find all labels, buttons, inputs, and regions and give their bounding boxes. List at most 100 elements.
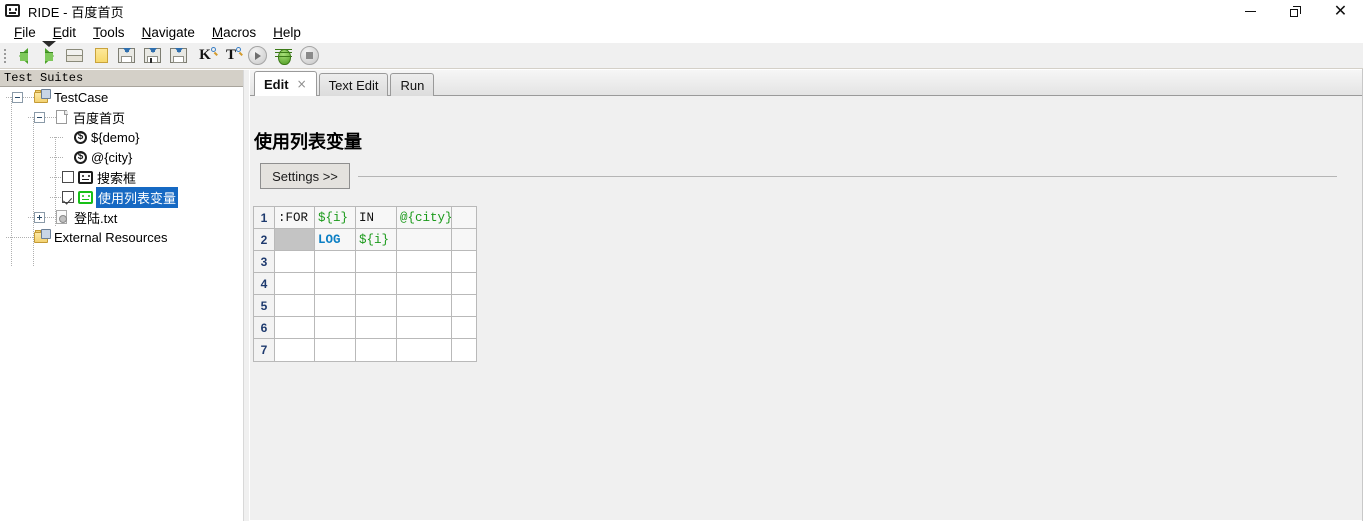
editor-panel: Edit × Text Edit Run 使用列表变量 Settings >> … [250, 70, 1362, 521]
open-folder-icon [66, 48, 84, 63]
robot-face-icon [5, 3, 21, 19]
table-row[interactable]: 6 [254, 317, 476, 339]
tree-node-testcase[interactable]: TestCase [0, 87, 243, 107]
grid-cell[interactable] [397, 295, 452, 317]
new-project-button[interactable] [89, 44, 113, 68]
expand-icon[interactable] [34, 211, 45, 223]
grid-cell[interactable] [315, 251, 356, 273]
grid-cell[interactable]: @{city} [397, 207, 452, 229]
grid-cell[interactable] [452, 273, 476, 295]
panel-splitter[interactable] [243, 70, 250, 521]
grid-cell[interactable] [397, 229, 452, 251]
menu-macros[interactable]: Macros [204, 24, 265, 41]
grid-cell[interactable] [452, 339, 476, 361]
stop-icon [299, 46, 319, 65]
tree-node-demo-variable[interactable]: ${demo} [0, 127, 243, 147]
tab-run[interactable]: Run [390, 73, 435, 96]
tree-node-label: External Resources [54, 229, 168, 245]
table-row[interactable]: 4 [254, 273, 476, 295]
grid-cell[interactable] [356, 251, 397, 273]
tree-node-login-resource[interactable]: 登陆.txt [0, 207, 243, 227]
close-icon[interactable]: × [297, 77, 307, 91]
grid-cell[interactable] [275, 295, 315, 317]
grid-cell[interactable] [397, 251, 452, 273]
table-row[interactable]: 5 [254, 295, 476, 317]
tree-node-label: 百度首页 [73, 110, 126, 126]
search-keywords-button[interactable]: K [193, 44, 217, 68]
open-directory-button[interactable] [63, 44, 87, 68]
collapse-icon[interactable] [34, 111, 45, 123]
tree-node-label: @{city} [91, 149, 133, 165]
test-case-checkbox[interactable] [62, 171, 74, 183]
test-case-grid[interactable]: 1 :FOR ${i} IN @{city} 2 LOG ${i} 3 4 5 … [253, 206, 477, 362]
tab-run-label: Run [400, 77, 425, 93]
grid-cell[interactable] [275, 339, 315, 361]
tree-node-baidu[interactable]: 百度首页 [0, 107, 243, 127]
grid-cell[interactable] [397, 273, 452, 295]
tree-node-external-resources[interactable]: External Resources [0, 227, 243, 247]
row-number: 2 [254, 229, 275, 251]
table-row[interactable]: 7 [254, 339, 476, 361]
close-button[interactable]: ✕ [1318, 0, 1363, 22]
grid-cell[interactable] [452, 251, 476, 273]
tree-node-list-variable-test[interactable]: 使用列表变量 [0, 186, 243, 208]
forward-button[interactable] [37, 44, 61, 68]
menu-file[interactable]: File [6, 24, 45, 41]
tab-text-edit[interactable]: Text Edit [318, 73, 389, 96]
minimize-button[interactable] [1228, 0, 1273, 22]
test-case-checkbox[interactable] [62, 191, 74, 203]
grid-cell[interactable] [356, 339, 397, 361]
table-row[interactable]: 3 [254, 251, 476, 273]
tree-node-city-variable[interactable]: @{city} [0, 147, 243, 167]
tree-node-label-selected: 使用列表变量 [96, 186, 179, 208]
grid-cell-selected[interactable] [275, 229, 315, 251]
grid-cell[interactable]: LOG [315, 229, 356, 251]
collapse-icon[interactable] [12, 91, 23, 103]
grid-cell[interactable] [315, 339, 356, 361]
menu-help[interactable]: Help [265, 24, 310, 41]
menu-edit[interactable]: Edit [45, 24, 85, 41]
toolbar: K T [0, 41, 1363, 69]
grid-cell[interactable] [315, 295, 356, 317]
settings-button[interactable]: Settings >> [260, 163, 350, 189]
grid-cell[interactable] [275, 273, 315, 295]
search-tests-button[interactable]: T [219, 44, 243, 68]
grid-cell[interactable] [275, 251, 315, 273]
menu-tools[interactable]: Tools [85, 24, 134, 41]
maximize-button[interactable] [1273, 0, 1318, 22]
toolbar-grip[interactable] [1, 45, 10, 67]
save-all-button[interactable] [167, 44, 191, 68]
table-row[interactable]: 2 LOG ${i} [254, 229, 476, 251]
menu-navigate[interactable]: Navigate [134, 24, 204, 41]
grid-cell[interactable] [356, 295, 397, 317]
grid-cell[interactable]: ${i} [356, 229, 397, 251]
grid-cell[interactable] [452, 229, 476, 251]
grid-cell[interactable] [315, 317, 356, 339]
run-button[interactable] [245, 44, 269, 68]
back-button[interactable] [11, 44, 35, 68]
grid-cell[interactable] [452, 295, 476, 317]
grid-cell[interactable] [397, 317, 452, 339]
grid-cell[interactable] [452, 207, 476, 229]
menu-help-label: elp [282, 25, 301, 40]
table-row[interactable]: 1 :FOR ${i} IN @{city} [254, 207, 476, 229]
grid-cell[interactable]: ${i} [315, 207, 356, 229]
stop-button[interactable] [297, 44, 321, 68]
save-button[interactable] [115, 44, 139, 68]
menu-file-mnemonic: F [14, 25, 23, 40]
tab-edit[interactable]: Edit × [254, 71, 317, 96]
grid-cell[interactable]: :FOR [275, 207, 315, 229]
grid-cell[interactable] [275, 317, 315, 339]
grid-cell[interactable] [397, 339, 452, 361]
grid-cell[interactable] [452, 317, 476, 339]
grid-cell[interactable] [356, 273, 397, 295]
grid-cell[interactable] [356, 317, 397, 339]
tab-edit-label: Edit [264, 76, 289, 92]
save-as-button[interactable] [141, 44, 165, 68]
grid-cell[interactable]: IN [356, 207, 397, 229]
test-suites-tree[interactable]: TestCase 百度首页 ${demo} [0, 87, 243, 521]
debug-button[interactable] [271, 44, 295, 68]
tree-node-search-box-test[interactable]: 搜索框 [0, 167, 243, 187]
row-number: 4 [254, 273, 275, 295]
grid-cell[interactable] [315, 273, 356, 295]
